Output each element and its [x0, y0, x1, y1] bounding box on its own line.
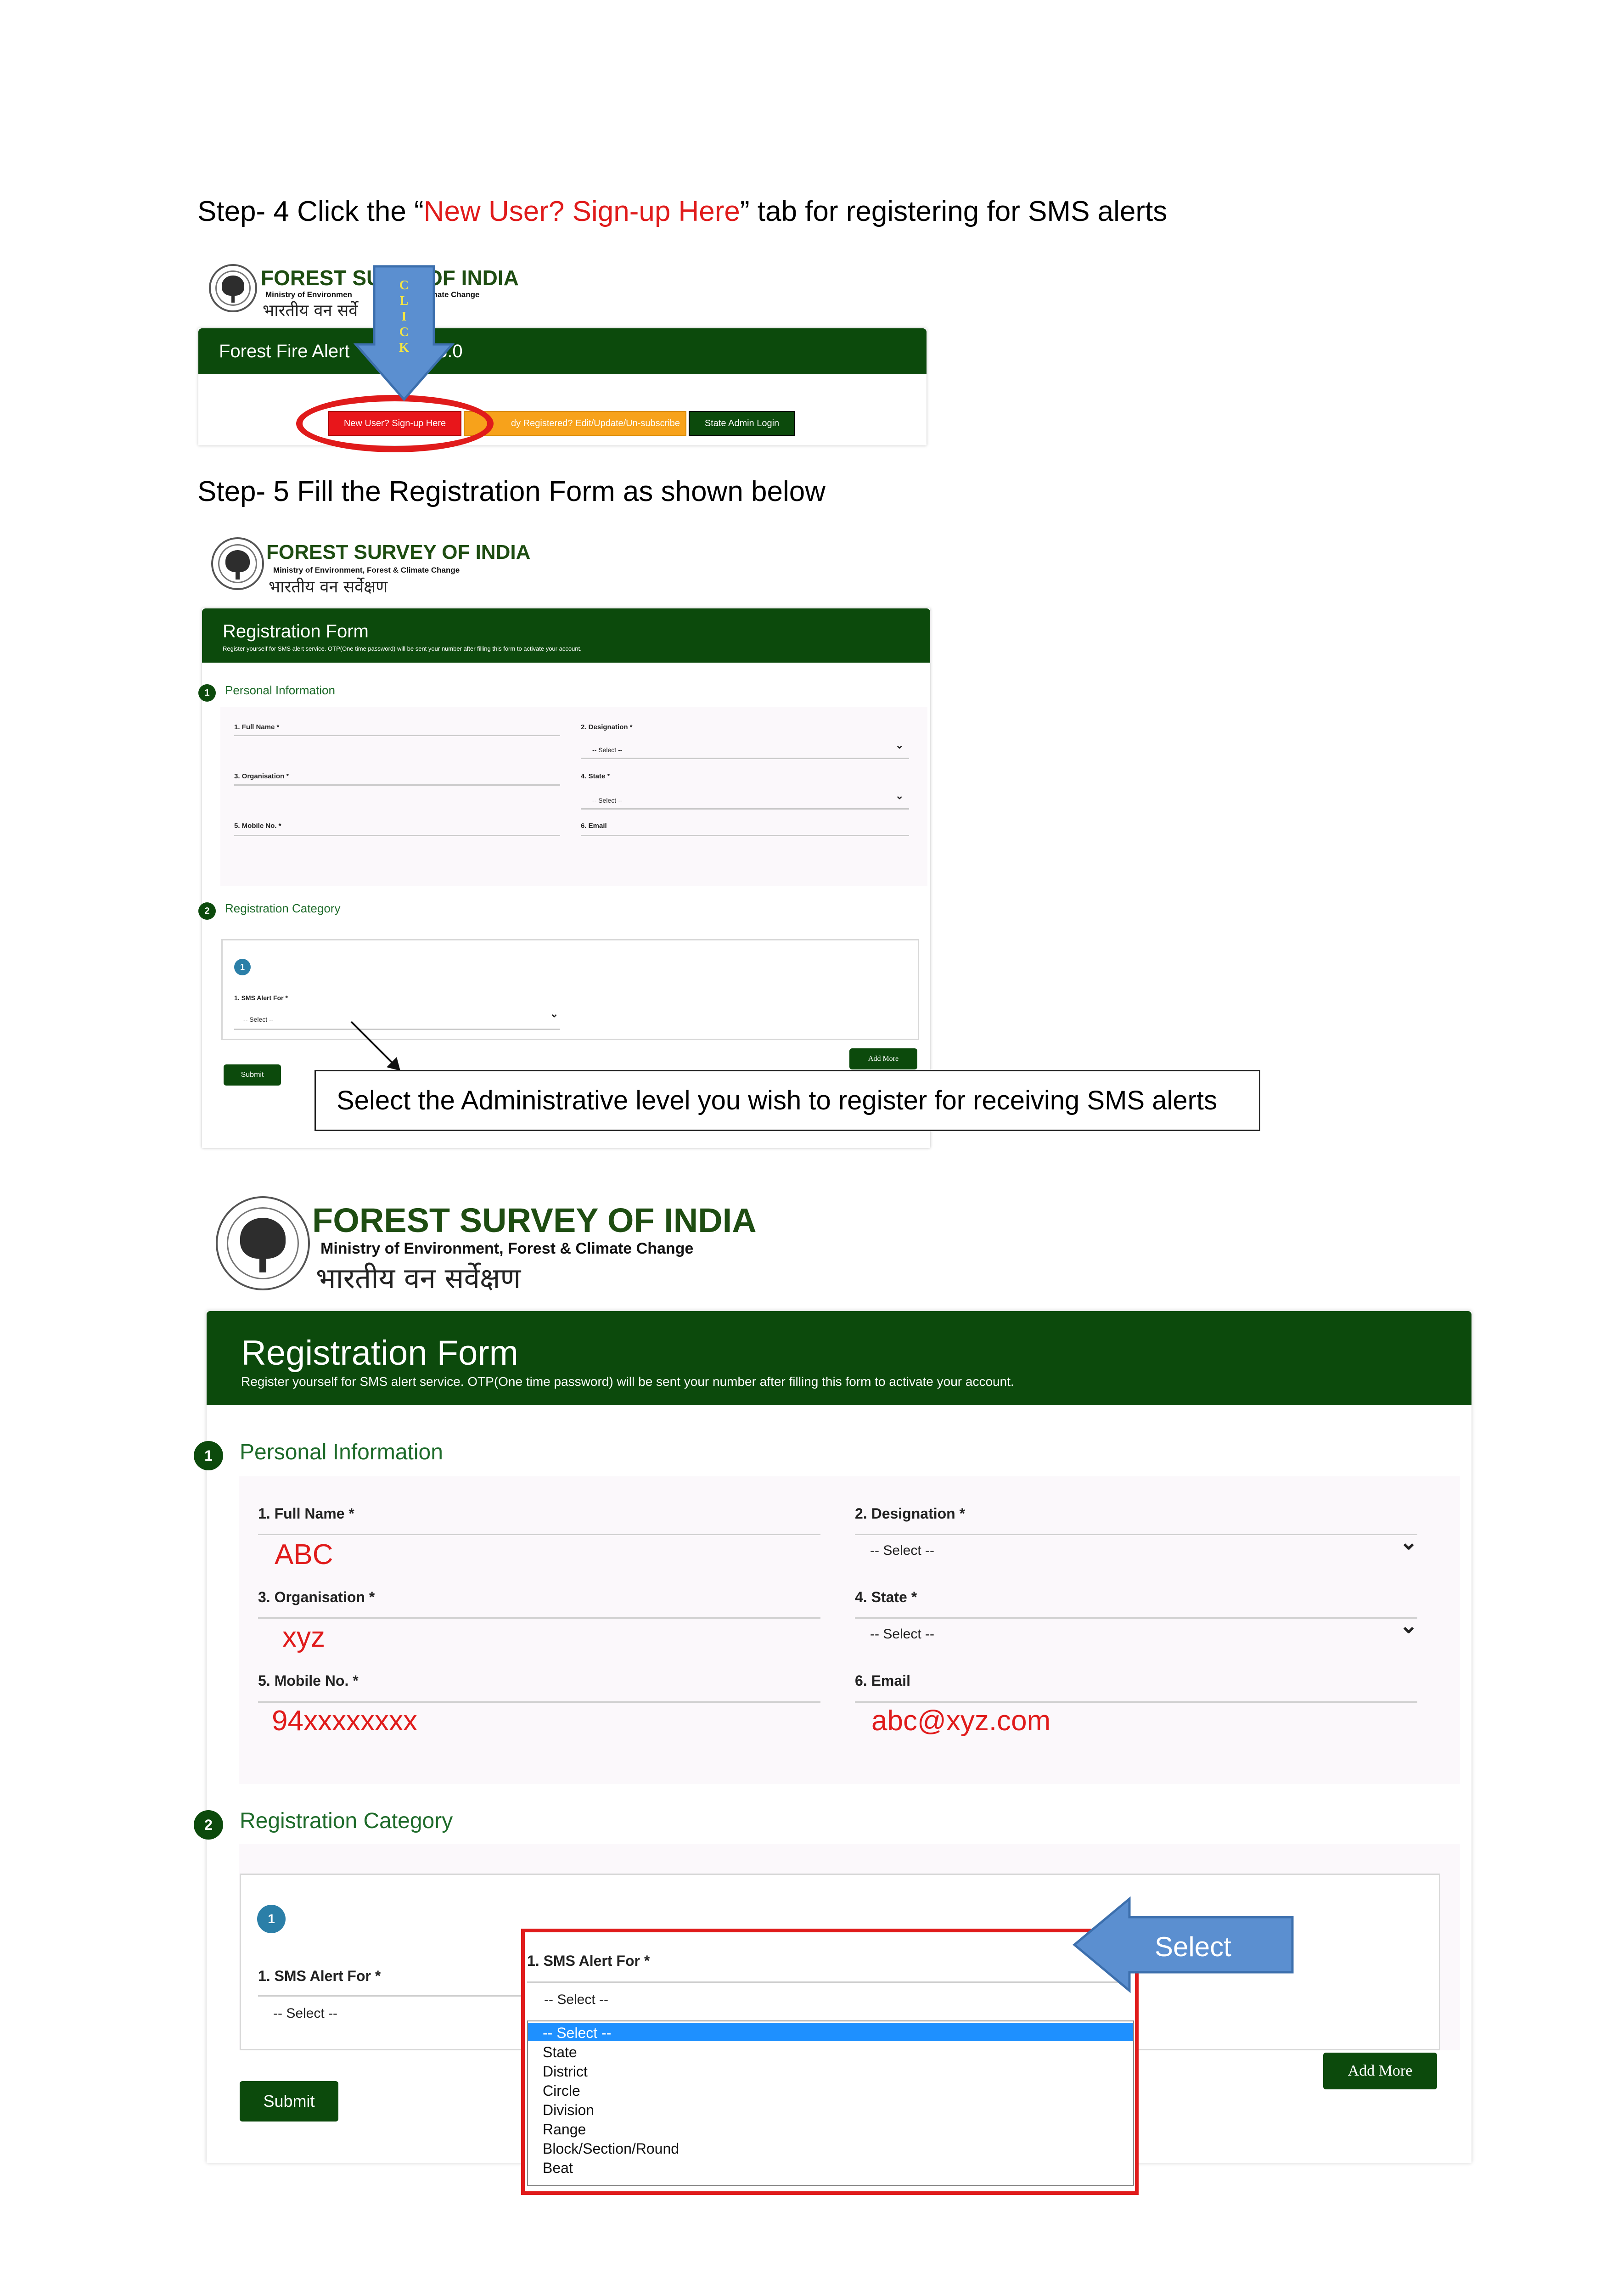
email-label: 6. Email	[855, 1672, 910, 1689]
small-organisation-label: 3. Organisation *	[234, 772, 289, 780]
click-letter: K	[399, 341, 409, 355]
fullname-value[interactable]: ABC	[275, 1538, 333, 1571]
step4-bar-left: Forest Fire Alert	[219, 341, 350, 361]
large-form-header: Registration Form Register yourself for …	[207, 1311, 1471, 1405]
fsi-emblem-icon	[216, 1196, 310, 1290]
personal-info-box	[239, 1476, 1460, 1784]
step4-prefix: Step- 4 Click the “	[197, 196, 424, 227]
state-label: 4. State *	[855, 1589, 917, 1605]
step5-heading: Step- 5 Fill the Registration Form as sh…	[197, 476, 826, 507]
highlight-ellipse	[296, 395, 494, 452]
organisation-value[interactable]: xyz	[282, 1621, 325, 1654]
section2-number: 2	[198, 902, 216, 920]
section2-title: Registration Category	[225, 901, 341, 915]
large-form-title: Registration Form	[241, 1334, 518, 1373]
chevron-down-icon: ⌄	[1399, 1530, 1418, 1554]
small-form-header: Registration Form Register yourself for …	[202, 608, 930, 663]
step4-highlight: New User? Sign-up Here	[423, 196, 740, 227]
click-letter: C	[399, 278, 409, 293]
sms-alert-select[interactable]: -- Select --	[273, 2006, 337, 2021]
click-letters: C L I C K	[393, 278, 416, 356]
large-form-subtitle: Register yourself for SMS alert service.…	[241, 1374, 1014, 1389]
step4-suffix: ” tab for registering for SMS alerts	[740, 196, 1168, 227]
logo-subtitle: Ministry of Environment, Forest & Climat…	[320, 1240, 694, 1257]
logo-title: FOREST SURVEY OF INDIA	[312, 1201, 757, 1239]
email-value[interactable]: abc@xyz.com	[871, 1705, 1050, 1737]
add-more-button[interactable]: Add More	[1323, 2053, 1437, 2089]
small-submit-button[interactable]: Submit	[224, 1064, 281, 1086]
organisation-label: 3. Organisation *	[258, 1589, 375, 1605]
small-category-box	[221, 939, 919, 1040]
category-number: 1	[257, 1905, 286, 1933]
section1-title: Personal Information	[225, 683, 335, 697]
dropdown-option[interactable]: Beat	[543, 2160, 573, 2177]
small-mobile-label: 5. Mobile No. *	[234, 822, 281, 830]
click-letter: I	[401, 310, 407, 324]
chevron-down-icon: ⌄	[1399, 1614, 1418, 1638]
dropdown-option[interactable]: District	[543, 2063, 588, 2080]
small-designation-label: 2. Designation *	[581, 723, 633, 731]
small-form-subtitle: Register yourself for SMS alert service.…	[223, 645, 582, 652]
section1-number: 1	[194, 1441, 223, 1470]
instruction-callout: Select the Administrative level you wish…	[314, 1070, 1260, 1131]
logo-subtitle: Ministry of Environment, Forest & Climat…	[273, 566, 460, 574]
small-email-label: 6. Email	[581, 822, 607, 830]
dropdown-option[interactable]: Circle	[543, 2082, 580, 2099]
dropdown-label: 1. SMS Alert For *	[527, 1953, 650, 1969]
small-state-label: 4. State *	[581, 772, 610, 780]
section1-number: 1	[198, 684, 216, 702]
dropdown-option[interactable]: Block/Section/Round	[543, 2140, 679, 2157]
small-sms-alert-select[interactable]: -- Select --	[243, 1016, 273, 1023]
logo-hindi: भारतीय वन सर्वेक्षण	[269, 578, 388, 597]
click-letter: C	[399, 325, 409, 339]
dropdown-option[interactable]: Range	[543, 2121, 586, 2138]
fullname-label: 1. Full Name *	[258, 1505, 354, 1522]
small-state-select[interactable]: -- Select --	[592, 797, 622, 804]
pointer-arrow-icon	[350, 1021, 400, 1071]
step4-heading: Step- 4 Click the “New User? Sign-up Her…	[197, 195, 1167, 228]
step4-header-bar: Forest Fire Alert 3.0	[198, 328, 927, 374]
small-category-number: 1	[234, 959, 251, 975]
fsi-emblem-icon	[209, 264, 257, 312]
dropdown-option[interactable]: State	[543, 2044, 577, 2061]
select-arrow-label: Select	[1155, 1931, 1231, 1962]
small-add-more-button[interactable]: Add More	[849, 1048, 917, 1069]
dropdown-option[interactable]: -- Select --	[543, 2025, 611, 2042]
state-admin-login-button[interactable]: State Admin Login	[689, 411, 795, 436]
submit-button[interactable]: Submit	[240, 2081, 338, 2122]
fsi-emblem-icon	[211, 537, 264, 590]
chevron-down-icon: ⌄	[550, 1008, 559, 1019]
logo-subtitle-left: Ministry of Environmen	[265, 290, 352, 299]
fullname-input[interactable]	[258, 1534, 820, 1536]
small-designation-select[interactable]: -- Select --	[592, 746, 622, 754]
dropdown-options-list: -- Select -- State District Circle Divis…	[527, 2020, 1134, 2186]
mobile-label: 5. Mobile No. *	[258, 1672, 359, 1689]
logo-title: FOREST SURVEY OF INDIA	[266, 541, 531, 563]
dropdown-option[interactable]: Division	[543, 2102, 594, 2119]
section1-title: Personal Information	[240, 1440, 443, 1464]
chevron-down-icon: ⌄	[895, 790, 904, 801]
designation-label: 2. Designation *	[855, 1505, 966, 1522]
designation-select[interactable]: -- Select --	[870, 1543, 934, 1559]
click-letter: L	[399, 294, 409, 308]
dropdown-current[interactable]: -- Select --	[544, 1992, 608, 2008]
mobile-value[interactable]: 94xxxxxxxx	[272, 1705, 417, 1737]
already-registered-button[interactable]: dy Registered? Edit/Update/Un-subscribe	[464, 411, 686, 436]
section2-number: 2	[194, 1810, 223, 1840]
logo-hindi: भारतीय वन सर्वे	[263, 301, 358, 320]
logo-hindi: भारतीय वन सर्वेक्षण	[316, 1261, 521, 1295]
small-form-title: Registration Form	[223, 621, 369, 642]
sms-alert-label: 1. SMS Alert For *	[258, 1968, 381, 1984]
small-fullname-label: 1. Full Name *	[234, 723, 280, 731]
chevron-down-icon: ⌄	[895, 739, 904, 751]
small-personal-box	[220, 707, 927, 886]
small-sms-alert-label: 1. SMS Alert For *	[234, 994, 288, 1002]
section2-title: Registration Category	[240, 1809, 453, 1833]
state-select[interactable]: -- Select --	[870, 1626, 934, 1642]
